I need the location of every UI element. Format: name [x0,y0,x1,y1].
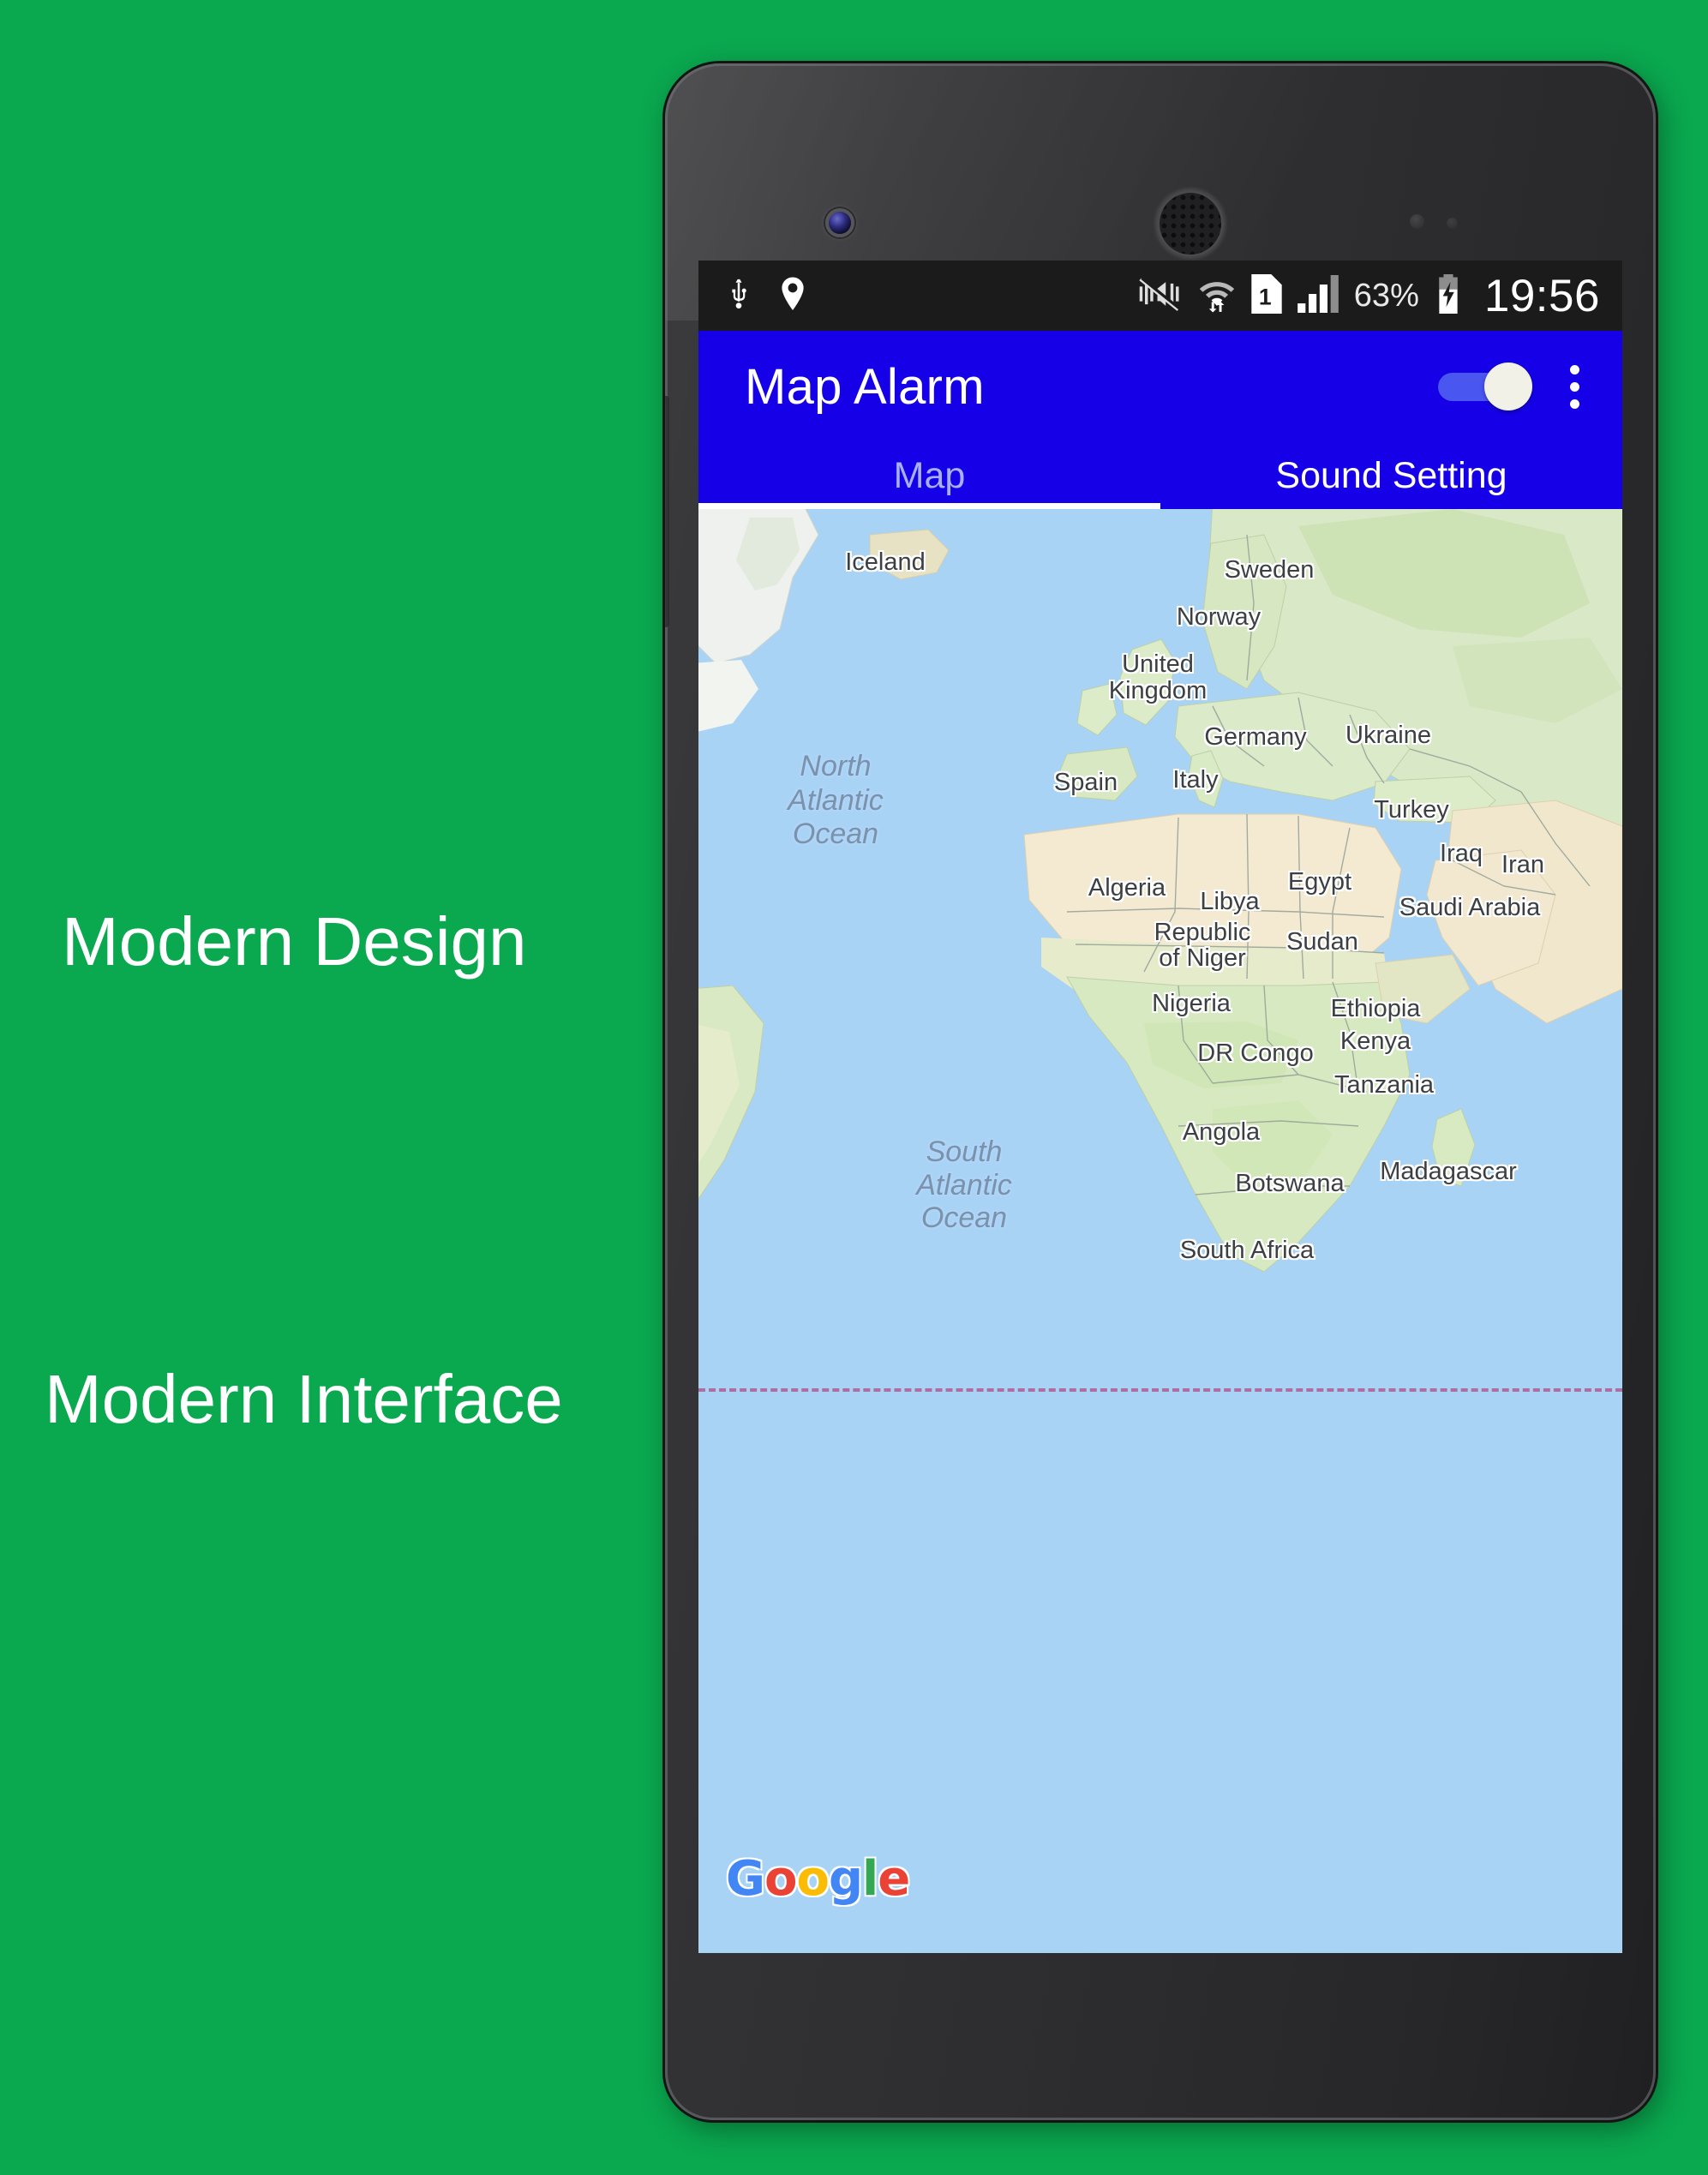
map-label-nigeria: Nigeria [1152,990,1231,1017]
map-label-iran: Iran [1501,851,1544,878]
toggle-thumb [1484,362,1532,410]
map-label-angola: Angola [1182,1118,1261,1146]
google-logo[interactable]: Google [726,1851,910,1907]
map-label-tanzania: Tanzania [1333,1071,1435,1099]
overflow-dot-1 [1570,364,1579,374]
map-label-germany: Germany [1204,723,1307,751]
phone-device-frame: 1 63% 19:56 Map Alarm Map Sound Setting … [665,63,1656,2120]
map-label-saudi-arabia: Saudi Arabia [1399,894,1541,921]
map-label-united: United [1122,650,1194,678]
map-label-south-ocean-2: Atlantic [916,1169,1012,1201]
status-bar-left-icons [698,275,808,317]
promo-headline-2: Modern Interface [45,1361,563,1437]
map-label-republic: Republic [1154,919,1251,946]
svg-text:1: 1 [1259,284,1272,309]
map-label-iceland: Iceland [845,548,926,576]
google-logo-letter-6: e [878,1851,910,1907]
tab-map[interactable]: Map [698,442,1160,509]
map-label-south-africa: South Africa [1179,1237,1315,1264]
battery-percentage-label: 63% [1353,277,1419,314]
map-label-italy: Italy [1172,766,1219,794]
map-label-ethiopia: Ethiopia [1330,995,1421,1022]
map-label-turkey: Turkey [1374,796,1449,824]
proximity-sensor-icon [1410,214,1424,229]
map-label-egypt: Egypt [1287,868,1352,896]
overflow-dot-2 [1570,381,1579,392]
map-view[interactable]: Iceland Sweden Norway United Kingdom Ger… [698,509,1622,1953]
map-label-algeria: Algeria [1088,874,1166,902]
map-label-kenya: Kenya [1339,1028,1411,1055]
status-bar-right-icons: 1 63% 19:56 [1138,273,1622,319]
map-label-dr-congo: DR Congo [1197,1040,1314,1067]
equator-line [698,1388,1622,1392]
google-logo-letter-3: o [796,1851,829,1907]
app-bar-row: Map Alarm [698,331,1622,442]
volume-rocker-button[interactable] [665,396,669,627]
map-label-sudan: Sudan [1286,928,1358,956]
light-sensor-icon [1447,218,1458,229]
status-bar: 1 63% 19:56 [698,261,1622,331]
map-label-spain: Spain [1053,769,1118,796]
map-label-libya: Libya [1200,888,1260,915]
map-label-ukraine: Ukraine [1345,722,1431,749]
google-logo-letter-5: l [862,1851,878,1907]
usb-icon [722,276,755,316]
map-label-south-ocean-3: Ocean [920,1201,1008,1234]
map-label-botswana: Botswana [1235,1170,1345,1197]
map-label-south-ocean-1: South [926,1135,1003,1168]
battery-charging-icon [1435,273,1462,318]
signal-bars-icon [1297,274,1339,317]
app-bar: Map Alarm Map Sound Setting [698,331,1622,509]
phone-screen: 1 63% 19:56 Map Alarm Map Sound Setting … [698,261,1622,1953]
sim-card-icon: 1 [1251,273,1282,318]
google-logo-letter-4: g [828,1851,863,1907]
map-label-sweden: Sweden [1224,556,1315,584]
map-label-norway: Norway [1176,603,1262,631]
overflow-menu-icon[interactable] [1561,362,1588,412]
earpiece-speaker-icon [1157,190,1224,257]
google-logo-letter-2: o [764,1851,797,1907]
wifi-icon [1198,275,1236,317]
clock-label: 19:56 [1483,270,1600,321]
map-label-north-ocean-3: Ocean [792,818,879,850]
google-logo-letter-1: G [726,1851,765,1907]
tab-sound-setting[interactable]: Sound Setting [1160,442,1622,509]
map-label-north-ocean-1: North [800,750,872,782]
overflow-dot-3 [1570,398,1579,409]
map-label-north-ocean-2: Atlantic [788,784,884,817]
tab-indicator [698,503,1160,509]
map-label-of-niger: of Niger [1159,944,1246,972]
app-bar-actions [1438,362,1622,412]
alarm-toggle-switch[interactable] [1438,362,1532,410]
page-title: Map Alarm [745,358,985,415]
location-pin-icon [777,275,808,317]
map-land-layer [698,509,1622,1273]
front-camera-icon [829,212,851,234]
vibrate-off-icon [1138,276,1183,316]
tab-bar: Map Sound Setting [698,442,1622,509]
promo-headline-1: Modern Design [62,903,527,980]
map-label-iraq: Iraq [1440,840,1483,867]
map-label-madagascar: Madagascar [1380,1158,1517,1185]
map-label-kingdom: Kingdom [1108,677,1208,704]
